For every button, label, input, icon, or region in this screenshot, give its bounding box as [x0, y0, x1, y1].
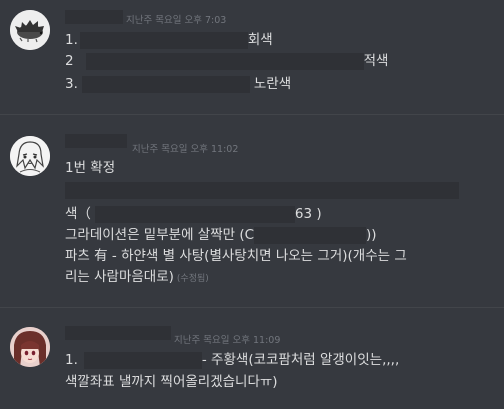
- text-segment: 63 ): [294, 206, 322, 222]
- redacted-text: [85, 52, 364, 70]
- message-line-4: 그라데이션은 밑부분에 살짝만 (C)): [65, 225, 377, 245]
- line-number: 1.: [65, 352, 78, 368]
- message-line-2: 색깔좌표 낼까지 찍어올리겠습니다ㅠ): [65, 374, 278, 390]
- message-line-5: 파츠 有 - 하얀색 별 사탕(별사탕치면 나오는 그거)(개수는 그: [65, 248, 407, 264]
- message-line-2: 2 적색: [65, 51, 388, 71]
- message-timestamp: 지난주 목요일 오후 11:09: [174, 335, 281, 346]
- message-line-1: 1. - 주황색(코코팜처럼 알갱이잇는,,,,: [65, 350, 399, 370]
- message-divider: [0, 114, 504, 115]
- username-redacted[interactable]: [65, 326, 171, 340]
- user-avatar[interactable]: [10, 10, 50, 50]
- text-segment: 리는 사람마음대로): [65, 269, 174, 285]
- anime-character-avatar-icon: [10, 327, 50, 367]
- redacted-text: [81, 75, 250, 93]
- color-label: 노란색: [253, 76, 292, 92]
- message-line-3: 3. 노란색: [65, 74, 291, 94]
- redacted-text: [79, 31, 248, 49]
- message-divider: [0, 307, 504, 308]
- redacted-line: [65, 182, 459, 199]
- message-line-6: 리는 사람마음대로) (수정됨): [65, 267, 209, 289]
- message-line-1: 1. 회색: [65, 30, 273, 50]
- user-avatar[interactable]: [10, 136, 50, 176]
- username-redacted[interactable]: [65, 10, 123, 24]
- color-label: 적색: [363, 53, 389, 69]
- message-timestamp: 지난주 목요일 오후 11:02: [132, 144, 239, 155]
- line-number: 1.: [65, 32, 78, 48]
- color-label: 회색: [247, 32, 273, 48]
- line-number: 2: [65, 53, 74, 69]
- text-segment: 색（: [65, 206, 91, 222]
- edited-label: (수정됨): [176, 274, 209, 284]
- message-line-1: 1번 확정: [65, 160, 116, 176]
- message-line-3: 색（ 63 ): [65, 204, 322, 224]
- user-avatar[interactable]: [10, 327, 50, 367]
- redacted-text: [83, 351, 202, 369]
- hedgehog-avatar-icon: [10, 10, 50, 50]
- line-number: 3.: [65, 76, 78, 92]
- username-redacted[interactable]: [65, 134, 127, 148]
- message-timestamp: 지난주 목요일 오후 7:03: [126, 15, 227, 26]
- redacted-text: [254, 226, 367, 244]
- redacted-text: [94, 205, 295, 223]
- text-segment: - 주황색(코코팜처럼 알갱이잇는,,,,: [201, 352, 400, 368]
- sketch-character-avatar-icon: [10, 136, 50, 176]
- text-segment: 그라데이션은 밑부분에 살짝만 (C: [65, 227, 255, 243]
- text-segment: )): [366, 227, 377, 243]
